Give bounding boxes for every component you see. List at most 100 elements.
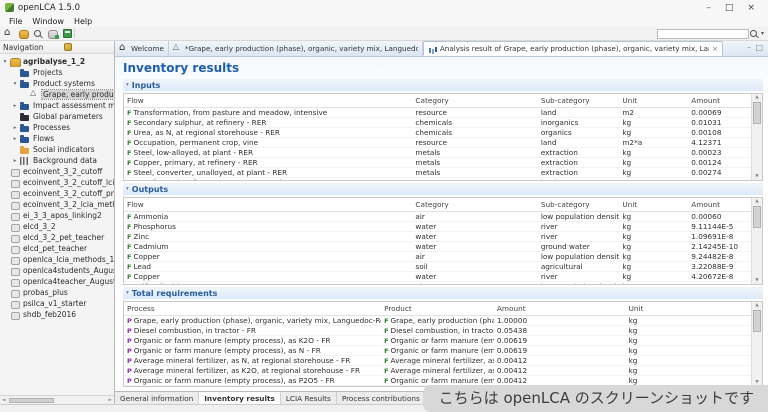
nav-tree-item[interactable]: ▸ Impact assessment methods bbox=[0, 100, 114, 111]
view-menu-icon[interactable] bbox=[75, 42, 85, 52]
table-row[interactable]: FZincwaterriverkg1.09691E-8 bbox=[124, 231, 751, 241]
scrollbar-thumb[interactable] bbox=[753, 206, 761, 228]
table-row[interactable]: POrganic or farm manure (empty process),… bbox=[124, 345, 751, 355]
nav-tree-item[interactable]: ecoinvent_3_2_cutoff_projekte bbox=[0, 188, 114, 199]
table-row[interactable]: FPhosphoruswaterriverkg9.11144E-5 bbox=[124, 221, 751, 231]
quick-search-input[interactable] bbox=[657, 29, 749, 39]
column-header[interactable]: Unit bbox=[626, 302, 751, 315]
scroll-up-icon[interactable]: ▲ bbox=[755, 94, 758, 101]
outputs-table-scrollbar[interactable]: ▲ ▼ bbox=[751, 198, 762, 284]
collapse-icon[interactable]: ▾ bbox=[126, 82, 129, 88]
table-row[interactable]: FCadmiumwaterground waterkg2.14245E-10 bbox=[124, 241, 751, 251]
nav-tree-item[interactable]: ▸ Flows bbox=[0, 133, 114, 144]
scroll-down-icon[interactable]: ▼ bbox=[755, 173, 758, 180]
table-row[interactable]: PAverage mineral fertilizer, as K2O, at … bbox=[124, 365, 751, 375]
expander-icon[interactable]: ▾ bbox=[12, 81, 18, 87]
search-database-icon[interactable] bbox=[33, 29, 43, 39]
table-row[interactable]: FAmmoniaairlow population densitykg0.000… bbox=[124, 211, 751, 221]
nav-tree-item[interactable]: psilca_v1_starter bbox=[0, 298, 114, 309]
minimize-editor-icon[interactable]: – bbox=[747, 43, 751, 52]
nav-tree-item[interactable]: ▾ Product systems bbox=[0, 78, 114, 89]
import-database-icon[interactable] bbox=[48, 29, 58, 39]
column-header[interactable]: Sub-category bbox=[538, 94, 620, 107]
nav-tree-item[interactable]: Projects bbox=[0, 67, 114, 78]
column-header[interactable]: Amount bbox=[688, 94, 751, 107]
column-header[interactable]: Unit bbox=[619, 198, 688, 211]
nav-tree-item[interactable]: Global parameters bbox=[0, 111, 114, 122]
expander-icon[interactable]: ▾ bbox=[2, 59, 8, 65]
outputs-section-header[interactable]: ▾ Outputs bbox=[123, 183, 763, 195]
column-header[interactable]: Flow bbox=[124, 198, 412, 211]
table-row[interactable]: POrganic or farm manure (empty process),… bbox=[124, 335, 751, 345]
result-tab[interactable]: Process contributions bbox=[337, 392, 426, 404]
table-row[interactable]: FTransformation, from permanent crop, vi… bbox=[124, 177, 751, 181]
inputs-section-header[interactable]: ▾ Inputs bbox=[123, 79, 763, 91]
column-header[interactable]: Unit bbox=[619, 94, 688, 107]
nav-tree-item[interactable]: elcd_3_2 bbox=[0, 221, 114, 232]
table-row[interactable]: FTransformation, from pasture and meadow… bbox=[124, 107, 751, 117]
calculate-icon[interactable] bbox=[63, 29, 72, 38]
link-with-editor-icon[interactable] bbox=[64, 43, 72, 51]
minimize-window-button[interactable]: – bbox=[706, 3, 711, 13]
editor-tab[interactable]: Welcome × bbox=[115, 41, 169, 56]
editor-tab[interactable]: Analysis result of Grape, early producti… bbox=[423, 41, 723, 56]
table-row[interactable]: FCopperairlow population densitykg9.2448… bbox=[124, 251, 751, 261]
inputs-table-scrollbar[interactable]: ▲ ▼ bbox=[751, 94, 762, 180]
column-header[interactable]: Amount bbox=[494, 302, 626, 315]
collapse-icon[interactable]: ▾ bbox=[126, 290, 129, 296]
table-row[interactable]: FSecondary sulphur, at refinery - RERche… bbox=[124, 117, 751, 127]
collapse-icon[interactable]: ▾ bbox=[126, 186, 129, 192]
scrollbar-thumb[interactable] bbox=[9, 398, 54, 403]
scroll-up-icon[interactable]: ▲ bbox=[755, 302, 758, 309]
menu-item[interactable]: Help bbox=[69, 17, 97, 26]
table-row[interactable]: PDiesel combustion, in tractor - FRFDies… bbox=[124, 325, 751, 335]
nav-tree-item[interactable]: elcd_pet_teacher bbox=[0, 243, 114, 254]
nav-tree-item[interactable]: openlca4teacher_August2016 bbox=[0, 276, 114, 287]
result-tab[interactable]: LCIA Results bbox=[281, 392, 337, 404]
table-row[interactable]: FCopper, primary, at refinery - RERmetal… bbox=[124, 157, 751, 167]
nav-tree-item[interactable]: openlca4students_August2016 bbox=[0, 265, 114, 276]
editor-tab[interactable]: *Grape, early production (phase), organi… bbox=[169, 41, 423, 56]
maximize-editor-icon[interactable]: □ bbox=[756, 43, 763, 52]
expander-icon[interactable]: ▸ bbox=[12, 125, 18, 131]
expander-icon[interactable]: ▸ bbox=[12, 136, 18, 142]
search-icon[interactable] bbox=[749, 29, 759, 39]
expander-icon[interactable]: ▸ bbox=[12, 103, 18, 109]
nav-tree-item[interactable]: ▾ agribalyse_1_2 bbox=[0, 56, 114, 67]
table-row[interactable]: FCopperwaterriverkg4.20672E-8 bbox=[124, 271, 751, 281]
nav-tree-item[interactable]: ecoinvent_3_2_cutoff_lci_1 bbox=[0, 177, 114, 188]
table-row[interactable]: PAverage mineral fertilizer, as N, at re… bbox=[124, 355, 751, 365]
table-row[interactable]: PGrape, early production (phase), organi… bbox=[124, 315, 751, 325]
scrollbar-thumb[interactable] bbox=[753, 310, 761, 332]
nav-horizontal-scrollbar[interactable]: ◄ ► bbox=[0, 395, 114, 404]
result-tab[interactable]: Inventory results bbox=[199, 392, 281, 404]
table-row[interactable]: FSteel, low-alloyed, at plant - RERmetal… bbox=[124, 147, 751, 157]
menu-item[interactable]: File bbox=[4, 17, 27, 26]
nav-tree-item[interactable]: ecoinvent_3_2_lcia_methods_1 bbox=[0, 199, 114, 210]
table-row[interactable]: FSteel, converter, unalloyed, at plant -… bbox=[124, 167, 751, 177]
maximize-panel-icon[interactable] bbox=[101, 42, 111, 52]
scroll-left-icon[interactable]: ◄ bbox=[0, 398, 7, 403]
nav-tree-item[interactable]: Grape, early production (phas bbox=[0, 89, 114, 100]
close-window-button[interactable]: × bbox=[747, 3, 755, 13]
menu-item[interactable]: Window bbox=[27, 17, 69, 26]
column-header[interactable]: Process bbox=[124, 302, 381, 315]
column-header[interactable]: Product bbox=[381, 302, 494, 315]
scroll-up-icon[interactable]: ▲ bbox=[755, 198, 758, 205]
nav-tree-item[interactable]: Social indicators bbox=[0, 144, 114, 155]
maximize-window-button[interactable]: □ bbox=[725, 3, 734, 13]
nav-tree-item[interactable]: elcd_3_2_pet_teacher bbox=[0, 232, 114, 243]
column-header[interactable]: Amount bbox=[688, 198, 751, 211]
nav-tree-item[interactable]: ▸ Processes bbox=[0, 122, 114, 133]
column-header[interactable]: Sub-category bbox=[538, 198, 620, 211]
table-row[interactable]: FUrea, as N, at regional storehouse - RE… bbox=[124, 127, 751, 137]
total-requirements-table-scrollbar[interactable]: ▲ ▼ bbox=[751, 302, 762, 386]
scroll-down-icon[interactable]: ▼ bbox=[755, 277, 758, 284]
scroll-right-icon[interactable]: ► bbox=[107, 398, 114, 403]
table-row[interactable]: FLeadsoilagriculturalkg3.22088E-9 bbox=[124, 261, 751, 271]
home-icon[interactable] bbox=[4, 29, 14, 39]
column-header[interactable]: Category bbox=[412, 198, 537, 211]
expander-icon[interactable]: ▸ bbox=[12, 158, 18, 164]
new-database-icon[interactable] bbox=[19, 29, 28, 38]
nav-tree-item[interactable]: probas_plus bbox=[0, 287, 114, 298]
